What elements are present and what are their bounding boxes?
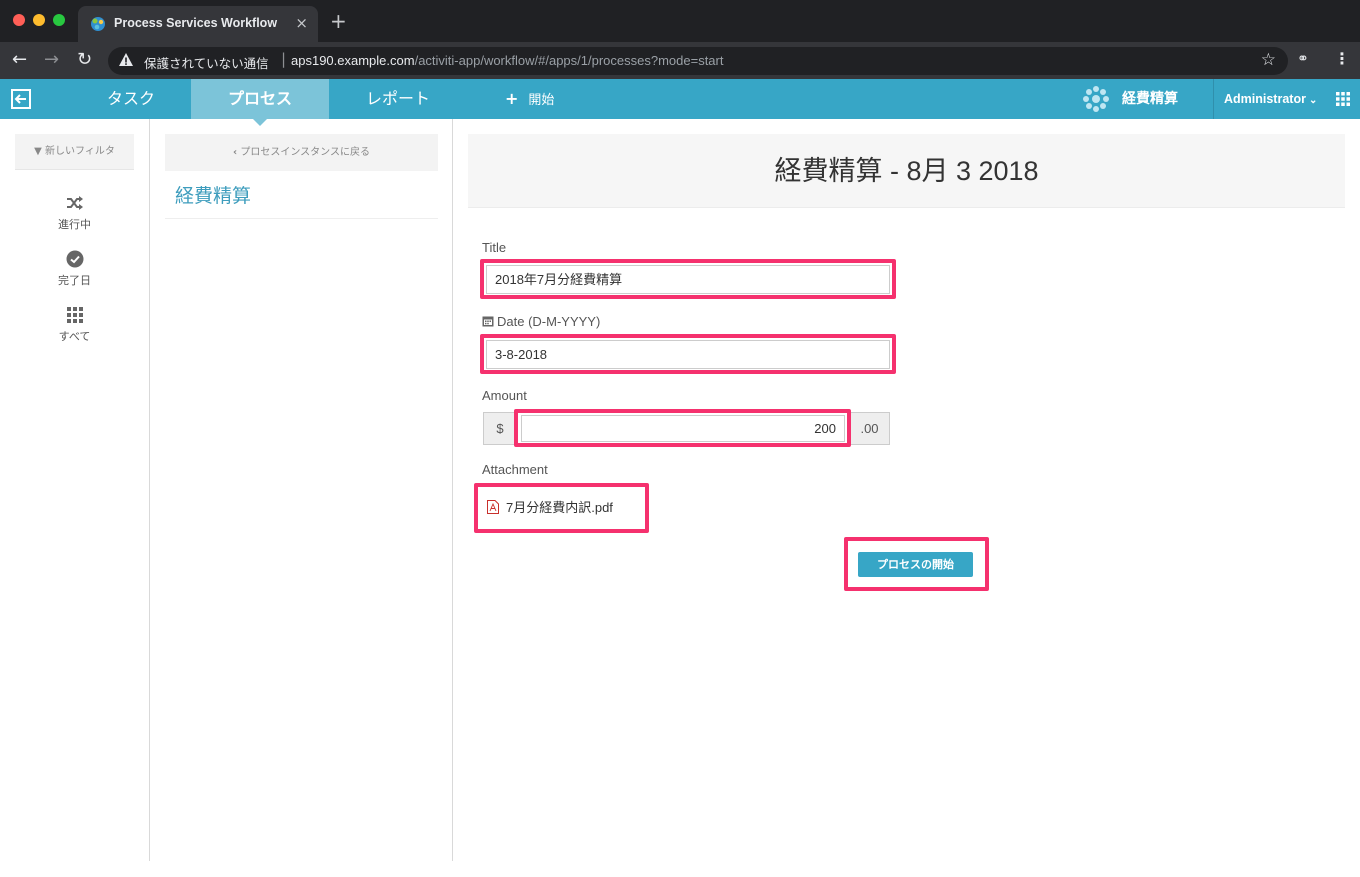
user-name: Administrator	[1224, 92, 1306, 106]
filter-completed[interactable]: 完了日	[15, 250, 134, 288]
filter-icon: ▼	[34, 146, 42, 157]
tab-reports[interactable]: レポート	[352, 79, 444, 119]
highlight-attachment	[474, 483, 649, 533]
filter-all-label: すべて	[58, 330, 91, 343]
minimize-window-button[interactable]	[33, 14, 45, 26]
process-definition-list: ‹ プロセスインスタンスに戻る 経費精算	[150, 119, 453, 861]
browser-tab[interactable]: Process Services Workflow ×	[78, 6, 318, 42]
back-label: プロセスインスタンスに戻る	[240, 147, 370, 158]
currency-prefix: $	[483, 412, 517, 445]
browser-titlebar: Process Services Workflow × +	[0, 0, 1360, 42]
page-title: 経費精算 - 8月 3 2018	[774, 156, 1039, 186]
highlight-start-button	[844, 537, 989, 591]
process-definition-label: 経費精算	[175, 185, 252, 207]
plus-icon: +	[505, 89, 519, 108]
incognito-icon[interactable]: ⚭	[1297, 51, 1309, 67]
address-bar[interactable]: 保護されていない通信 | aps190.example.com/activiti…	[108, 47, 1288, 75]
app-logo-icon	[1083, 86, 1109, 112]
activiti-favicon-icon	[91, 17, 105, 31]
filter-completed-label: 完了日	[58, 274, 91, 287]
form-header: 経費精算 - 8月 3 2018	[468, 134, 1345, 208]
highlight-date	[480, 334, 896, 374]
shuffle-icon	[66, 196, 83, 210]
highlight-amount	[514, 409, 851, 447]
zoom-window-button[interactable]	[53, 14, 65, 26]
new-filter-button[interactable]: ▼ 新しいフィルタ	[15, 134, 134, 170]
chevron-down-icon: ⌄	[1308, 95, 1318, 106]
url-divider: |	[281, 50, 287, 68]
process-definition-item[interactable]: 経費精算	[165, 171, 438, 219]
warning-icon	[119, 53, 133, 66]
start-button[interactable]: + 開始	[505, 79, 575, 119]
title-label: Title	[482, 240, 507, 255]
close-window-button[interactable]	[13, 14, 25, 26]
filter-all[interactable]: すべて	[15, 306, 134, 344]
grid-icon	[66, 307, 83, 323]
cents-suffix: .00	[849, 412, 890, 445]
date-label-row: Date (D-M-YYYY)	[482, 314, 600, 329]
check-circle-icon	[66, 250, 83, 268]
start-label: 開始	[528, 93, 555, 108]
reload-icon[interactable]: ↻	[77, 50, 92, 70]
close-tab-icon[interactable]: ×	[295, 14, 308, 32]
browser-menu-icon[interactable]: ⋮	[1334, 49, 1350, 68]
highlight-title	[480, 259, 896, 299]
back-to-instances-button[interactable]: ‹ プロセスインスタンスに戻る	[165, 134, 438, 171]
date-label: Date (D-M-YYYY)	[497, 314, 601, 329]
bookmark-star-icon[interactable]: ☆	[1261, 50, 1276, 70]
url-path: /activiti-app/workflow/#/apps/1/processe…	[414, 53, 724, 68]
new-tab-button[interactable]: +	[330, 11, 347, 31]
filter-sidebar: ▼ 新しいフィルタ 進行中 完了日 すべて	[0, 119, 150, 861]
amount-label: Amount	[482, 388, 527, 403]
tab-title: Process Services Workflow	[114, 16, 278, 30]
app-navbar: タスク プロセス レポート + 開始 経費精算 Administrator ⌄	[0, 79, 1360, 126]
filter-running[interactable]: 進行中	[15, 194, 134, 232]
filter-running-label: 進行中	[58, 218, 91, 231]
app-name[interactable]: 経費精算	[1122, 79, 1178, 119]
new-filter-label: 新しいフィルタ	[45, 146, 115, 157]
back-arrow-icon[interactable]: ←	[12, 50, 27, 70]
browser-toolbar: ← → ↻ 保護されていない通信 | aps190.example.com/ac…	[0, 42, 1360, 79]
forward-arrow-icon[interactable]: →	[44, 50, 59, 70]
navbar-divider	[1213, 79, 1214, 119]
logout-icon[interactable]	[11, 89, 33, 109]
apps-grid-icon[interactable]	[1336, 92, 1350, 106]
attachment-label: Attachment	[482, 462, 548, 477]
user-menu[interactable]: Administrator ⌄	[1224, 79, 1317, 121]
tab-tasks[interactable]: タスク	[90, 79, 172, 119]
tab-processes[interactable]: プロセス	[191, 79, 329, 126]
url-host: aps190.example.com	[291, 53, 415, 68]
calendar-icon	[482, 316, 494, 327]
chevron-left-icon: ‹	[233, 147, 238, 158]
security-status[interactable]: 保護されていない通信	[144, 53, 269, 72]
url-text[interactable]: aps190.example.com/activiti-app/workflow…	[291, 53, 723, 68]
